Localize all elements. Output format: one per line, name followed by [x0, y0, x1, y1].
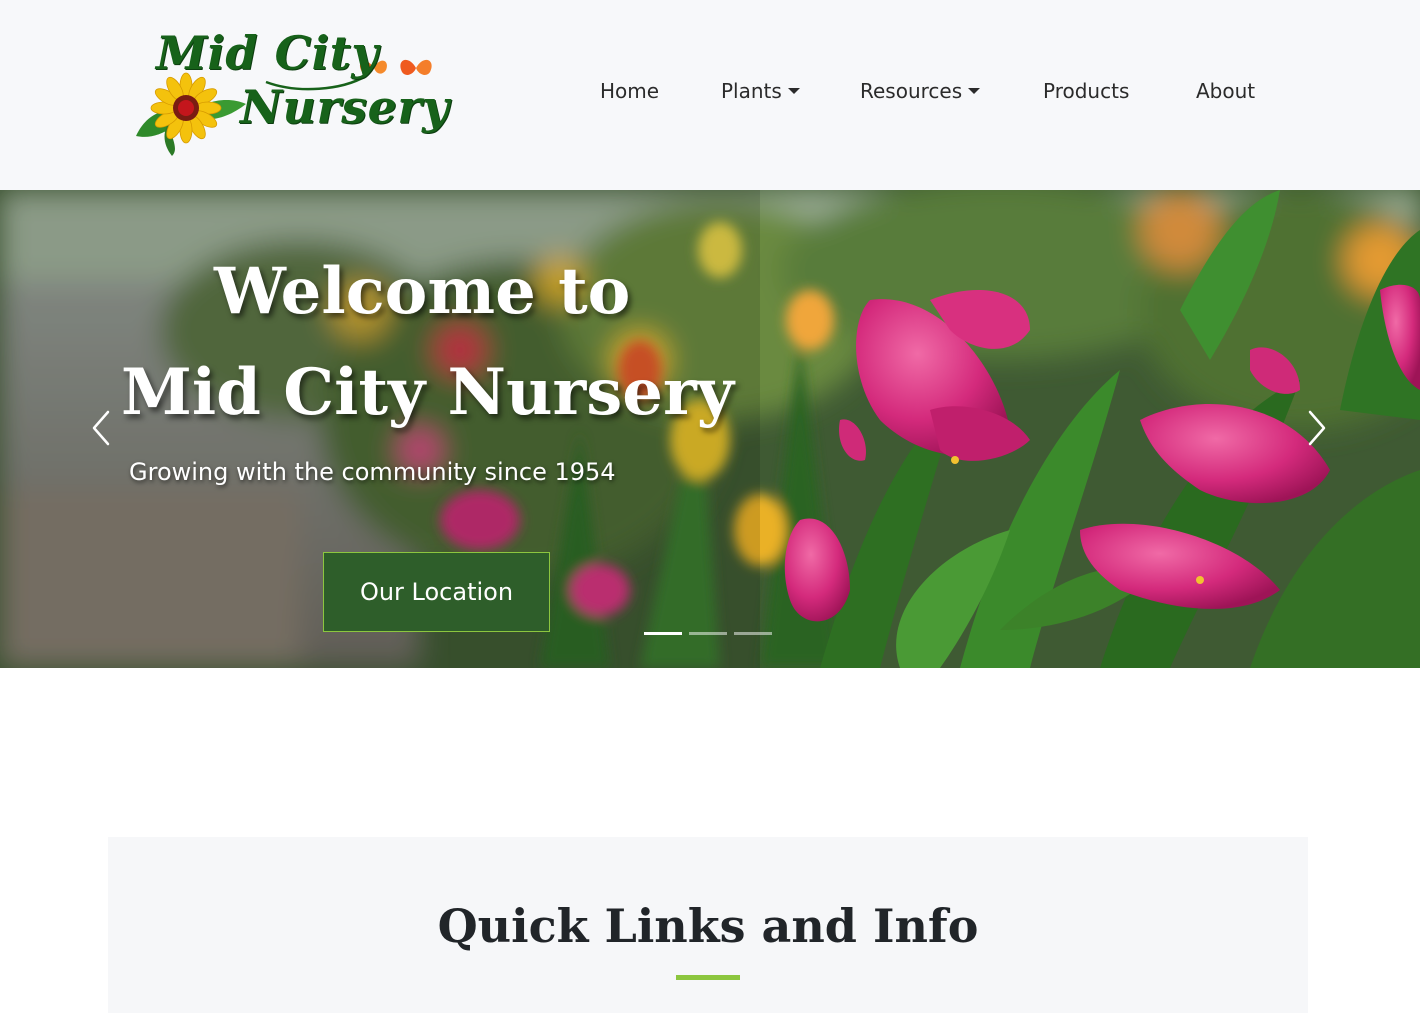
nav-item-about[interactable]: About	[1196, 72, 1255, 110]
hero-carousel: Welcome to Mid City Nursery Growing with…	[0, 190, 1420, 668]
nav-item-plants[interactable]: Plants	[721, 72, 800, 110]
carousel-next-button[interactable]	[1302, 408, 1332, 448]
caret-down-icon	[968, 88, 981, 94]
main-nav: Home Plants Resources Products About	[0, 72, 1420, 110]
our-location-button[interactable]: Our Location	[323, 552, 550, 632]
nav-item-resources[interactable]: Resources	[860, 72, 981, 110]
carousel-indicator-1[interactable]	[644, 632, 682, 635]
nav-item-label: Resources	[860, 79, 963, 103]
hero-subtitle: Growing with the community since 1954	[129, 458, 616, 486]
title-underline	[676, 975, 740, 980]
carousel-indicators	[644, 632, 774, 638]
nav-item-label: Plants	[721, 79, 782, 103]
hero-title-line-2: Mid City Nursery	[121, 355, 734, 430]
site-header: Mid City Nursery Home Plants Resources P…	[0, 0, 1420, 190]
hero-title-line-1: Welcome to	[214, 254, 631, 329]
section-title: Quick Links and Info	[437, 899, 979, 953]
carousel-prev-button[interactable]	[86, 408, 116, 448]
caret-down-icon	[787, 88, 800, 94]
nav-item-label: Home	[600, 79, 660, 103]
nav-item-home[interactable]: Home	[600, 72, 659, 110]
quick-links-section: Quick Links and Info	[108, 837, 1308, 1013]
chevron-left-icon	[92, 410, 110, 446]
nav-item-label: Products	[1043, 79, 1130, 103]
carousel-indicator-2[interactable]	[689, 632, 727, 635]
carousel-indicator-3[interactable]	[734, 632, 772, 635]
chevron-right-icon	[1308, 410, 1326, 446]
nav-item-products[interactable]: Products	[1043, 72, 1129, 110]
nav-item-label: About	[1196, 79, 1256, 103]
